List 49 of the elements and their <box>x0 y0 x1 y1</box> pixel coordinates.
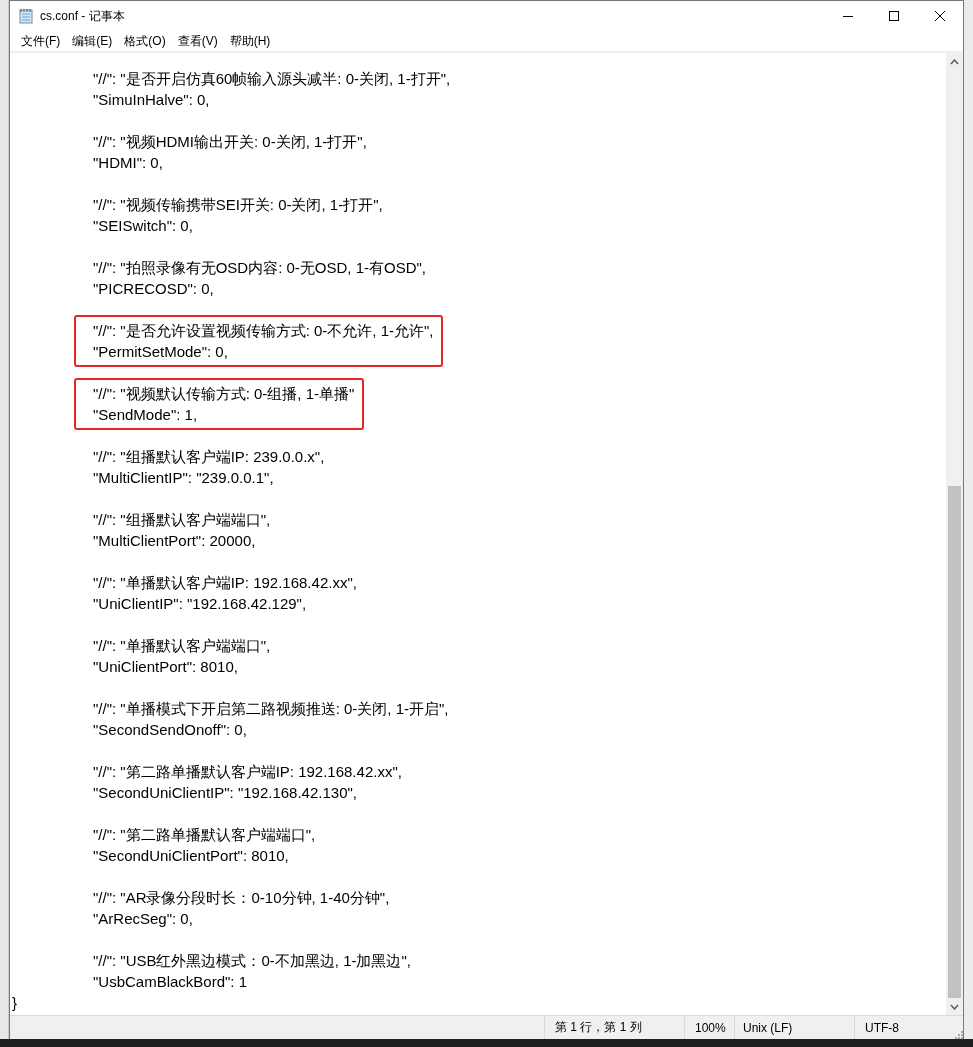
cursor-position: 第 1 行，第 1 列 <box>544 1016 684 1039</box>
menu-item[interactable]: 编辑(E) <box>67 32 118 50</box>
text-line: "//": "单播默认客户端端口", <box>93 636 271 656</box>
text-line: "//": "视频传输携带SEI开关: 0-关闭, 1-打开", <box>93 195 383 215</box>
text-line: "HDMI": 0, <box>93 153 163 173</box>
text-line: "SecondUniClientPort": 8010, <box>93 846 289 866</box>
text-line: "//": "拍照录像有无OSD内容: 0-无OSD, 1-有OSD", <box>93 258 426 278</box>
text-line: "UsbCamBlackBord": 1 <box>93 972 248 992</box>
maximize-icon <box>888 10 900 22</box>
text-line: "//": "是否开启仿真60帧输入源头减半: 0-关闭, 1-打开", <box>93 69 451 89</box>
text-line: "SimuInHalve": 0, <box>93 90 210 110</box>
encoding: UTF-8 <box>854 1016 949 1039</box>
text-line: "//": "USB红外黑边模式：0-不加黑边, 1-加黑边", <box>93 951 411 971</box>
menu-item[interactable]: 格式(O) <box>119 32 171 50</box>
text-line: "//": "视频默认传输方式: 0-组播, 1-单播" <box>93 384 355 404</box>
line-ending: Unix (LF) <box>734 1016 854 1039</box>
text-line: "MultiClientPort": 20000, <box>93 531 256 551</box>
text-line: "MultiClientIP": "239.0.0.1", <box>93 468 274 488</box>
resize-grip-icon[interactable] <box>953 1029 963 1039</box>
notepad-icon <box>18 8 34 24</box>
text-line: "//": "单播默认客户端IP: 192.168.42.xx", <box>93 573 357 593</box>
menu-item[interactable]: 文件(F) <box>16 32 66 50</box>
text-line: "//": "第二路单播默认客户端端口", <box>93 825 316 845</box>
text-line: "SecondUniClientIP": "192.168.42.130", <box>93 783 357 803</box>
text-line: "PermitSetMode": 0, <box>93 342 228 362</box>
text-line: "ArRecSeg": 0, <box>93 909 193 929</box>
text-line: "//": "AR录像分段时长：0-10分钟, 1-40分钟", <box>93 888 390 908</box>
scrollbar[interactable] <box>946 53 963 1015</box>
text-line: "UniClientIP": "192.168.42.129", <box>93 594 307 614</box>
text-line: } <box>12 993 17 1013</box>
close-icon <box>934 10 946 22</box>
text-line: "//": "第二路单播默认客户端IP: 192.168.42.xx", <box>93 762 402 782</box>
text-line: "//": "单播模式下开启第二路视频推送: 0-关闭, 1-开启", <box>93 699 449 719</box>
window-title: cs.conf - 记事本 <box>40 7 126 25</box>
text-line: "//": "组播默认客户端IP: 239.0.0.x", <box>93 447 325 467</box>
zoom-level: 100% <box>684 1016 734 1039</box>
text-line: "SEISwitch": 0, <box>93 216 193 236</box>
menu-item[interactable]: 帮助(H) <box>224 32 276 50</box>
text-line: "SecondSendOnoff": 0, <box>93 720 247 740</box>
text-line: "PICRECOSD": 0, <box>93 279 214 299</box>
text-line: "//": "是否允许设置视频传输方式: 0-不允许, 1-允许", <box>93 321 434 341</box>
text-line: "//": "视频HDMI输出开关: 0-关闭, 1-打开", <box>93 132 367 152</box>
text-line: "UniClientPort": 8010, <box>93 657 238 677</box>
menu-item[interactable]: 查看(V) <box>172 32 223 50</box>
scroll-up-icon[interactable] <box>950 58 959 65</box>
text-line: "//": "组播默认客户端端口", <box>93 510 271 530</box>
scrollbar-thumb[interactable] <box>948 486 961 998</box>
scroll-down-icon[interactable] <box>950 1003 959 1010</box>
text-line: "SendMode": 1, <box>93 405 198 425</box>
